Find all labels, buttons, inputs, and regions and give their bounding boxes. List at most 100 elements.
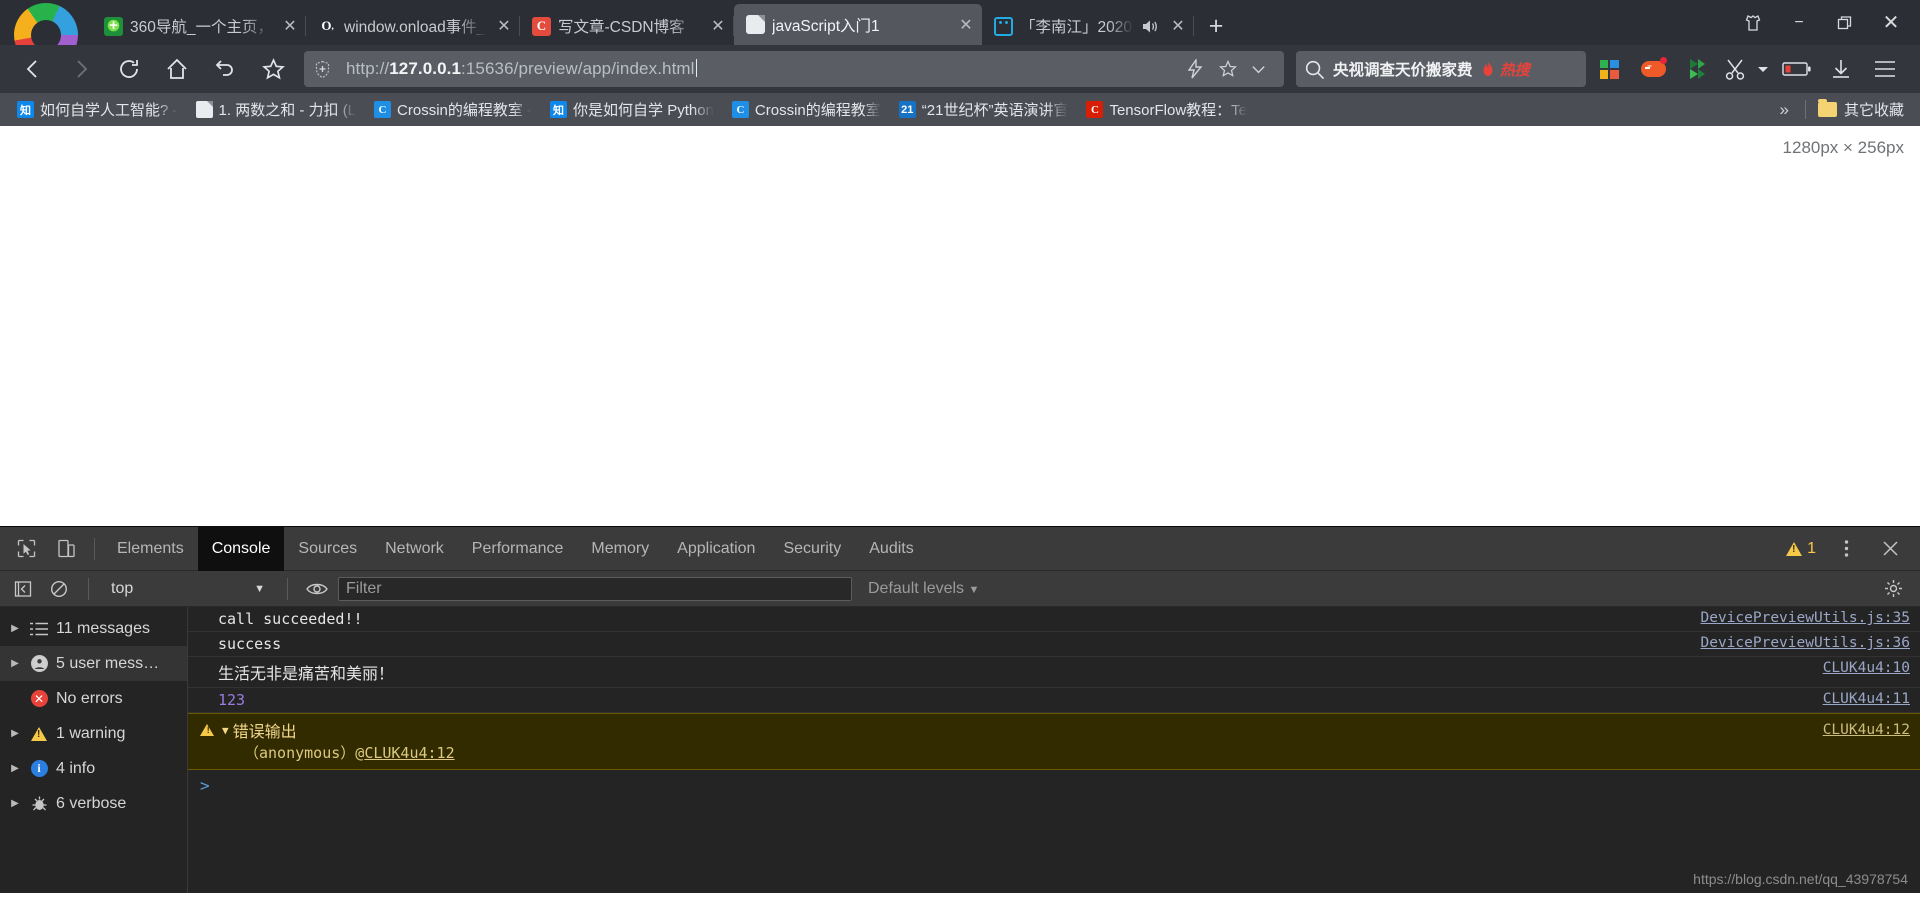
sidebar-item-user-messages[interactable]: ▶ 5 user mess… bbox=[0, 646, 187, 681]
tab-sources[interactable]: Sources bbox=[284, 527, 371, 571]
divider bbox=[94, 537, 95, 560]
settings-gear-icon[interactable] bbox=[1878, 574, 1908, 604]
maximize-button[interactable] bbox=[1822, 0, 1868, 45]
log-levels-label: Default levels bbox=[868, 579, 965, 597]
gamepad-icon[interactable] bbox=[1632, 49, 1674, 89]
chevron-right-icon[interactable]: ▶ bbox=[8, 763, 22, 774]
chevron-right-icon[interactable]: ▶ bbox=[8, 658, 22, 669]
address-bar[interactable]: http://127.0.0.1:15636/preview/app/index… bbox=[304, 51, 1284, 87]
sidebar-item-warnings[interactable]: ▶ 1 warning bbox=[0, 716, 187, 751]
warning-count-badge[interactable]: 1 bbox=[1780, 540, 1822, 558]
forward-arrow-icon[interactable] bbox=[58, 49, 104, 89]
search-icon bbox=[1304, 59, 1326, 80]
apps-grid-icon[interactable] bbox=[1588, 49, 1630, 89]
browser-tab-4-active[interactable]: javaScript入门1 ✕ bbox=[734, 4, 982, 45]
other-bookmarks-folder[interactable]: 其它收藏 bbox=[1810, 93, 1912, 126]
message-source-link[interactable]: CLUK4u4:11 bbox=[1811, 691, 1910, 707]
bookmark-item[interactable]: C Crossin的编程教室 bbox=[723, 93, 890, 126]
sidebar-item-errors[interactable]: ✕ No errors bbox=[0, 681, 187, 716]
home-icon[interactable] bbox=[154, 49, 200, 89]
message-source-link[interactable]: DevicePreviewUtils.js:35 bbox=[1688, 610, 1910, 626]
browser-tab-3[interactable]: C 写文章-CSDN博客 ✕ bbox=[520, 7, 734, 45]
chevron-down-icon[interactable] bbox=[1250, 61, 1274, 78]
sidebar-item-verbose[interactable]: ▶ 6 verbose bbox=[0, 786, 187, 821]
tab-audits[interactable]: Audits bbox=[855, 527, 927, 571]
skin-shirt-icon[interactable] bbox=[1730, 0, 1776, 45]
tab-close-icon[interactable]: ✕ bbox=[1168, 16, 1188, 36]
close-devtools-icon[interactable] bbox=[1870, 527, 1910, 571]
device-toolbar-icon[interactable] bbox=[46, 527, 86, 571]
new-tab-button[interactable]: + bbox=[1194, 7, 1238, 45]
console-message[interactable]: 123 CLUK4u4:11 bbox=[188, 688, 1920, 713]
lightning-icon[interactable] bbox=[1186, 59, 1210, 79]
disclosure-triangle-icon[interactable]: ▼ bbox=[222, 724, 229, 737]
message-text: success bbox=[218, 635, 282, 653]
warning-count: 1 bbox=[1807, 539, 1816, 557]
tab-network[interactable]: Network bbox=[371, 527, 458, 571]
browser-tab-5[interactable]: 「李南江」2020年最新 ✕ bbox=[982, 7, 1194, 45]
tab-application[interactable]: Application bbox=[663, 527, 769, 571]
inspect-element-icon[interactable] bbox=[6, 527, 46, 571]
filter-input[interactable]: Filter bbox=[338, 576, 852, 601]
search-box[interactable]: 央视调查天价搬家费 热搜 bbox=[1296, 51, 1586, 87]
more-vertical-icon[interactable] bbox=[1826, 527, 1866, 571]
tab-audio-icon[interactable] bbox=[1141, 19, 1161, 34]
console-body: ▶ 11 messages ▶ 5 user mess… ✕ No errors… bbox=[0, 607, 1920, 893]
undo-icon[interactable] bbox=[202, 49, 248, 89]
tab-title: javaScript入门1 bbox=[772, 17, 880, 35]
tab-memory[interactable]: Memory bbox=[577, 527, 663, 571]
execution-context-select[interactable]: top ▼ bbox=[103, 576, 273, 602]
stack-frame-link[interactable]: CLUK4u4:12 bbox=[364, 744, 454, 762]
browser-window: 360导航_一个主页，整个世 ✕ O, window.onload事件_360搜… bbox=[0, 0, 1920, 526]
bookmark-item[interactable]: 1. 两数之和 - 力扣 (L bbox=[187, 93, 366, 126]
menu-hamburger-icon[interactable] bbox=[1864, 49, 1906, 89]
browser-tab-2[interactable]: O, window.onload事件_360搜 ✕ bbox=[306, 7, 520, 45]
hot-search-label: 热搜 bbox=[1499, 61, 1530, 79]
chevron-right-icon[interactable]: ▶ bbox=[8, 798, 22, 809]
chevron-right-icon[interactable]: ▶ bbox=[8, 728, 22, 739]
console-prompt[interactable]: > bbox=[188, 770, 1920, 800]
clear-console-icon[interactable] bbox=[44, 574, 74, 604]
message-text: 错误输出 bbox=[232, 724, 297, 741]
sidebar-item-info[interactable]: ▶ i 4 info bbox=[0, 751, 187, 786]
tab-elements[interactable]: Elements bbox=[103, 527, 198, 571]
bookmark-star-icon[interactable] bbox=[250, 49, 296, 89]
green-flag-icon[interactable] bbox=[1676, 49, 1718, 89]
back-arrow-icon[interactable] bbox=[10, 49, 56, 89]
console-message[interactable]: 生活无非是痛苦和美丽！ CLUK4u4:10 bbox=[188, 657, 1920, 688]
console-sidebar-icon[interactable] bbox=[8, 574, 38, 604]
console-warning-message[interactable]: ▼ 错误输出 CLUK4u4:12 （anonymous）@ CLUK4u4:1… bbox=[188, 713, 1920, 770]
scissors-dropdown-icon[interactable] bbox=[1752, 49, 1774, 89]
log-levels-dropdown[interactable]: Default levels ▼ bbox=[858, 580, 979, 598]
message-source-link[interactable]: CLUK4u4:12 bbox=[1811, 722, 1910, 738]
bookmark-item[interactable]: C Crossin的编程教室 - bbox=[365, 93, 541, 126]
tab-close-icon[interactable]: ✕ bbox=[280, 16, 300, 36]
bookmark-item[interactable]: C TensorFlow教程：Te bbox=[1077, 93, 1256, 126]
minimize-button[interactable]: − bbox=[1776, 0, 1822, 45]
tab-security[interactable]: Security bbox=[769, 527, 855, 571]
message-source-link[interactable]: CLUK4u4:10 bbox=[1811, 660, 1910, 676]
bookmarks-overflow-button[interactable]: » bbox=[1768, 100, 1801, 120]
tab-performance[interactable]: Performance bbox=[458, 527, 578, 571]
browser-tab-1[interactable]: 360导航_一个主页，整个世 ✕ bbox=[92, 7, 306, 45]
live-expression-icon[interactable] bbox=[302, 574, 332, 604]
bookmark-item[interactable]: 21 “21世纪杯”英语演讲官 bbox=[890, 93, 1078, 126]
tab-list: 360导航_一个主页，整个世 ✕ O, window.onload事件_360搜… bbox=[92, 4, 1730, 45]
bookmark-item[interactable]: 知 如何自学人工智能? - bbox=[8, 93, 187, 126]
reload-icon[interactable] bbox=[106, 49, 152, 89]
tab-console[interactable]: Console bbox=[197, 526, 285, 571]
message-source-link[interactable]: DevicePreviewUtils.js:36 bbox=[1688, 635, 1910, 651]
close-window-button[interactable]: ✕ bbox=[1868, 0, 1914, 45]
scissors-icon[interactable] bbox=[1720, 49, 1750, 89]
tab-close-icon[interactable]: ✕ bbox=[956, 15, 976, 35]
bookmark-item[interactable]: 知 你是如何自学 Python bbox=[541, 93, 723, 126]
download-icon[interactable] bbox=[1820, 49, 1862, 89]
battery-icon[interactable] bbox=[1776, 49, 1818, 89]
tab-close-icon[interactable]: ✕ bbox=[494, 16, 514, 36]
console-message[interactable]: call succeeded!! DevicePreviewUtils.js:3… bbox=[188, 607, 1920, 632]
chevron-right-icon[interactable]: ▶ bbox=[8, 623, 22, 634]
star-outline-icon[interactable] bbox=[1218, 59, 1242, 79]
tab-close-icon[interactable]: ✕ bbox=[708, 16, 728, 36]
sidebar-item-messages[interactable]: ▶ 11 messages bbox=[0, 611, 187, 646]
console-message[interactable]: success DevicePreviewUtils.js:36 bbox=[188, 632, 1920, 657]
